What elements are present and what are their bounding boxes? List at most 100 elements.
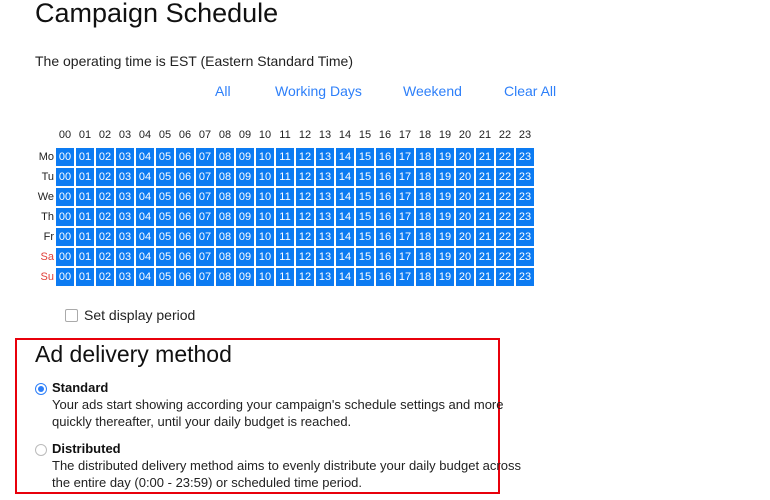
hour-cell[interactable]: 21 xyxy=(476,268,494,286)
hour-cell[interactable]: 17 xyxy=(396,248,414,266)
hour-cell[interactable]: 04 xyxy=(136,248,154,266)
hour-cell[interactable]: 18 xyxy=(416,208,434,226)
hour-cell[interactable]: 22 xyxy=(496,208,514,226)
hour-cell[interactable]: 22 xyxy=(496,188,514,206)
hour-cell[interactable]: 13 xyxy=(316,248,334,266)
hour-cell[interactable]: 09 xyxy=(236,188,254,206)
hour-cell[interactable]: 23 xyxy=(516,208,534,226)
hour-label[interactable]: 20 xyxy=(456,128,474,142)
hour-cell[interactable]: 00 xyxy=(56,168,74,186)
hour-cell[interactable]: 09 xyxy=(236,268,254,286)
hour-cell[interactable]: 07 xyxy=(196,248,214,266)
hour-cell[interactable]: 14 xyxy=(336,208,354,226)
hour-cell[interactable]: 09 xyxy=(236,208,254,226)
hour-cell[interactable]: 06 xyxy=(176,268,194,286)
hour-cell[interactable]: 02 xyxy=(96,248,114,266)
hour-cell[interactable]: 01 xyxy=(76,148,94,166)
hour-cell[interactable]: 14 xyxy=(336,248,354,266)
hour-cell[interactable]: 17 xyxy=(396,188,414,206)
hour-cell[interactable]: 00 xyxy=(56,248,74,266)
hour-cell[interactable]: 04 xyxy=(136,148,154,166)
hour-label[interactable]: 21 xyxy=(476,128,494,142)
hour-cell[interactable]: 06 xyxy=(176,208,194,226)
hour-cell[interactable]: 06 xyxy=(176,228,194,246)
hour-label[interactable]: 05 xyxy=(156,128,174,142)
standard-radio[interactable] xyxy=(35,383,47,395)
hour-cell[interactable]: 13 xyxy=(316,208,334,226)
hour-cell[interactable]: 19 xyxy=(436,268,454,286)
hour-cell[interactable]: 13 xyxy=(316,148,334,166)
hour-cell[interactable]: 11 xyxy=(276,188,294,206)
day-label[interactable]: We xyxy=(36,188,54,206)
hour-label[interactable]: 18 xyxy=(416,128,434,142)
hour-cell[interactable]: 16 xyxy=(376,148,394,166)
hour-cell[interactable]: 03 xyxy=(116,148,134,166)
hour-cell[interactable]: 09 xyxy=(236,168,254,186)
hour-cell[interactable]: 04 xyxy=(136,268,154,286)
hour-cell[interactable]: 15 xyxy=(356,188,374,206)
hour-cell[interactable]: 02 xyxy=(96,228,114,246)
hour-label[interactable]: 17 xyxy=(396,128,414,142)
hour-cell[interactable]: 19 xyxy=(436,248,454,266)
hour-cell[interactable]: 03 xyxy=(116,188,134,206)
hour-cell[interactable]: 23 xyxy=(516,188,534,206)
hour-cell[interactable]: 02 xyxy=(96,168,114,186)
hour-cell[interactable]: 03 xyxy=(116,268,134,286)
hour-cell[interactable]: 13 xyxy=(316,168,334,186)
hour-cell[interactable]: 17 xyxy=(396,148,414,166)
hour-label[interactable]: 11 xyxy=(276,128,294,142)
hour-cell[interactable]: 19 xyxy=(436,208,454,226)
hour-cell[interactable]: 04 xyxy=(136,188,154,206)
hour-cell[interactable]: 05 xyxy=(156,148,174,166)
hour-cell[interactable]: 21 xyxy=(476,248,494,266)
hour-cell[interactable]: 20 xyxy=(456,188,474,206)
hour-cell[interactable]: 16 xyxy=(376,228,394,246)
hour-cell[interactable]: 03 xyxy=(116,248,134,266)
hour-cell[interactable]: 20 xyxy=(456,248,474,266)
hour-label[interactable]: 23 xyxy=(516,128,534,142)
hour-cell[interactable]: 21 xyxy=(476,168,494,186)
hour-cell[interactable]: 05 xyxy=(156,188,174,206)
hour-label[interactable]: 04 xyxy=(136,128,154,142)
hour-cell[interactable]: 08 xyxy=(216,208,234,226)
hour-cell[interactable]: 13 xyxy=(316,268,334,286)
hour-cell[interactable]: 06 xyxy=(176,248,194,266)
hour-cell[interactable]: 07 xyxy=(196,208,214,226)
hour-cell[interactable]: 16 xyxy=(376,208,394,226)
hour-cell[interactable]: 15 xyxy=(356,168,374,186)
hour-cell[interactable]: 22 xyxy=(496,148,514,166)
hour-cell[interactable]: 03 xyxy=(116,208,134,226)
hour-cell[interactable]: 20 xyxy=(456,168,474,186)
hour-cell[interactable]: 00 xyxy=(56,208,74,226)
hour-cell[interactable]: 18 xyxy=(416,268,434,286)
hour-cell[interactable]: 18 xyxy=(416,228,434,246)
hour-cell[interactable]: 09 xyxy=(236,248,254,266)
hour-cell[interactable]: 08 xyxy=(216,188,234,206)
hour-cell[interactable]: 17 xyxy=(396,208,414,226)
hour-cell[interactable]: 15 xyxy=(356,268,374,286)
hour-cell[interactable]: 15 xyxy=(356,148,374,166)
hour-cell[interactable]: 09 xyxy=(236,148,254,166)
hour-cell[interactable]: 05 xyxy=(156,248,174,266)
hour-cell[interactable]: 10 xyxy=(256,208,274,226)
hour-cell[interactable]: 22 xyxy=(496,228,514,246)
hour-cell[interactable]: 23 xyxy=(516,148,534,166)
hour-cell[interactable]: 03 xyxy=(116,228,134,246)
hour-cell[interactable]: 12 xyxy=(296,268,314,286)
hour-cell[interactable]: 09 xyxy=(236,228,254,246)
hour-cell[interactable]: 11 xyxy=(276,148,294,166)
hour-cell[interactable]: 00 xyxy=(56,268,74,286)
select-weekend-link[interactable]: Weekend xyxy=(403,83,462,99)
hour-cell[interactable]: 19 xyxy=(436,168,454,186)
hour-cell[interactable]: 20 xyxy=(456,228,474,246)
hour-cell[interactable]: 00 xyxy=(56,228,74,246)
select-working-days-link[interactable]: Working Days xyxy=(275,83,362,99)
hour-cell[interactable]: 10 xyxy=(256,188,274,206)
day-label[interactable]: Su xyxy=(36,268,54,286)
hour-cell[interactable]: 01 xyxy=(76,228,94,246)
day-label[interactable]: Th xyxy=(36,208,54,226)
hour-cell[interactable]: 01 xyxy=(76,208,94,226)
hour-cell[interactable]: 12 xyxy=(296,248,314,266)
hour-cell[interactable]: 21 xyxy=(476,148,494,166)
hour-cell[interactable]: 04 xyxy=(136,168,154,186)
